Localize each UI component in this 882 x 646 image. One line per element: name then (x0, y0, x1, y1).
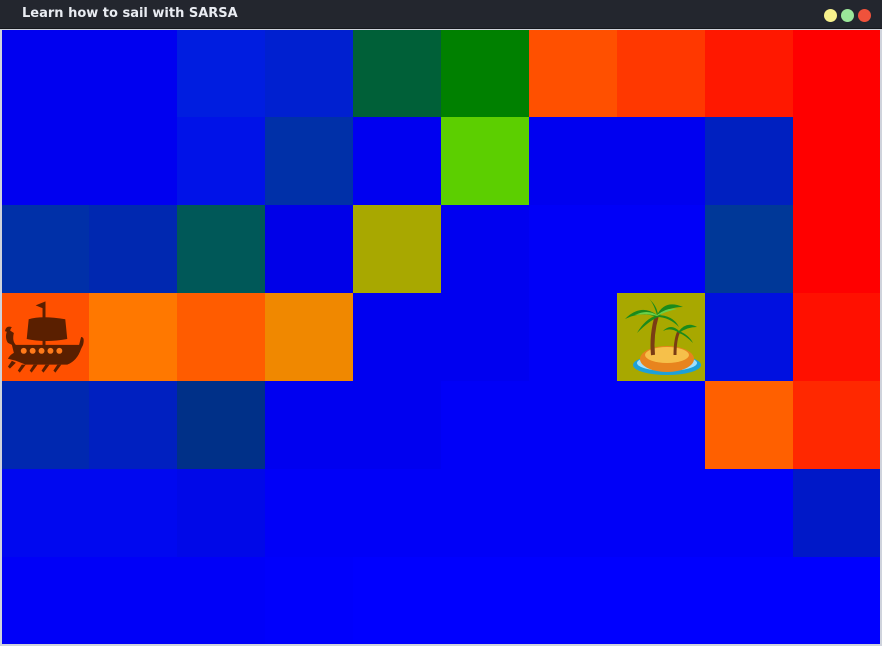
grid-cell-r2-c1 (89, 205, 177, 293)
grid-cell-r5-c1 (89, 469, 177, 557)
grid-cell-r1-c8 (705, 117, 793, 205)
grid-cell-r6-c1 (89, 557, 177, 644)
grid-cell-r5-c6 (529, 469, 617, 557)
grid-cell-r1-c0 (2, 117, 89, 205)
grid-cell-r2-c7 (617, 205, 705, 293)
grid-cell-r6-c6 (529, 557, 617, 644)
grid-cell-r4-c2 (177, 381, 265, 469)
grid-cell-r0-c5 (441, 30, 529, 117)
grid-cell-r0-c1 (89, 30, 177, 117)
palm-island-icon (625, 297, 701, 375)
grid-cell-r6-c0 (2, 557, 89, 644)
grid-cell-r2-c8 (705, 205, 793, 293)
grid-cell-r4-c3 (265, 381, 353, 469)
grid-cell-r3-c4 (353, 293, 441, 381)
grid-cell-r5-c0 (2, 469, 89, 557)
grid-cell-r0-c4 (353, 30, 441, 117)
grid-cell-r6-c4 (353, 557, 441, 644)
grid-cell-r4-c5 (441, 381, 529, 469)
grid-cell-r1-c7 (617, 117, 705, 205)
grid-cell-r3-c1 (89, 293, 177, 381)
grid-cell-r1-c3 (265, 117, 353, 205)
grid-cell-r3-c8 (705, 293, 793, 381)
grid-cell-r3-c2 (177, 293, 265, 381)
grid-cell-r5-c7 (617, 469, 705, 557)
grid-cell-r3-c6 (529, 293, 617, 381)
grid-cell-r6-c2 (177, 557, 265, 644)
grid-cell-r5-c9 (793, 469, 881, 557)
grid-cell-r4-c0 (2, 381, 89, 469)
viking-ship-icon (4, 301, 84, 373)
grid-cell-r0-c3 (265, 30, 353, 117)
grid-cell-r1-c5 (441, 117, 529, 205)
grid-cell-r5-c8 (705, 469, 793, 557)
grid-cell-r0-c2 (177, 30, 265, 117)
minimize-button[interactable] (824, 9, 837, 22)
window-title: Learn how to sail with SARSA (22, 6, 238, 21)
grid-cell-r0-c6 (529, 30, 617, 117)
grid-cell-r0-c9 (793, 30, 881, 117)
grid-cell-r0-c0 (2, 30, 89, 117)
grid-cell-r3-c9 (793, 293, 881, 381)
grid-cell-r6-c7 (617, 557, 705, 644)
grid-cell-r1-c1 (89, 117, 177, 205)
grid-cell-r1-c4 (353, 117, 441, 205)
grid-cell-r5-c2 (177, 469, 265, 557)
grid-cell-r1-c9 (793, 117, 881, 205)
app-window: Learn how to sail with SARSA (0, 0, 882, 646)
grid-cell-r1-c2 (177, 117, 265, 205)
maximize-button[interactable] (841, 9, 854, 22)
grid-cell-r6-c8 (705, 557, 793, 644)
grid-cell-r4-c1 (89, 381, 177, 469)
grid-cell-r4-c6 (529, 381, 617, 469)
grid-cell-r3-c5 (441, 293, 529, 381)
grid-cell-r2-c2 (177, 205, 265, 293)
grid-cell-r2-c0 (2, 205, 89, 293)
goal-island-cell (617, 293, 705, 381)
grid-cell-r4-c7 (617, 381, 705, 469)
grid-cell-r4-c4 (353, 381, 441, 469)
grid-cell-r4-c9 (793, 381, 881, 469)
grid-cell-r1-c6 (529, 117, 617, 205)
sarsa-grid-world (2, 30, 881, 644)
title-bar[interactable]: Learn how to sail with SARSA (0, 0, 882, 29)
grid-cell-r2-c9 (793, 205, 881, 293)
grid-cell-r2-c3 (265, 205, 353, 293)
grid-cell-r4-c8 (705, 381, 793, 469)
grid-cell-r5-c4 (353, 469, 441, 557)
grid-cell-r2-c5 (441, 205, 529, 293)
grid-cell-r0-c8 (705, 30, 793, 117)
grid-cell-r6-c5 (441, 557, 529, 644)
grid-cell-r6-c3 (265, 557, 353, 644)
grid-cell-r5-c5 (441, 469, 529, 557)
close-button[interactable] (858, 9, 871, 22)
grid-cell-r0-c7 (617, 30, 705, 117)
grid-cell-r2-c6 (529, 205, 617, 293)
grid-cell-r5-c3 (265, 469, 353, 557)
agent-ship-cell (2, 293, 89, 381)
grid-cell-r2-c4 (353, 205, 441, 293)
grid-cell-r6-c9 (793, 557, 881, 644)
grid-cell-r3-c3 (265, 293, 353, 381)
